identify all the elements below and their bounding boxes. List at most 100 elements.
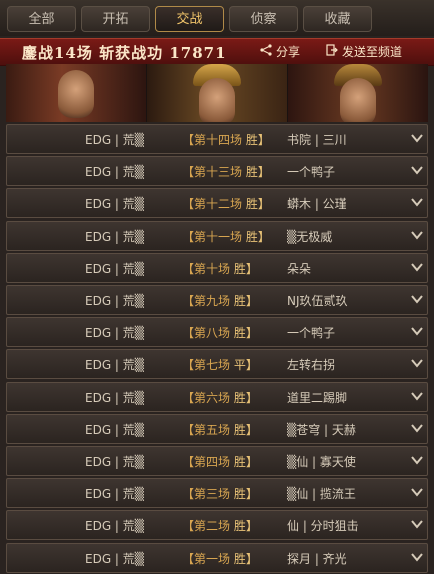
battle-row[interactable]: EDG | 荒▒ 【第四场 胜】 ▒仙 | 寡天使: [6, 446, 428, 476]
tab-explore[interactable]: 开拓: [81, 6, 150, 32]
round-result: 胜】: [233, 487, 258, 502]
chevron-down-icon[interactable]: [411, 227, 423, 243]
round-result: 胜】: [233, 551, 258, 566]
general-portrait-center: [146, 64, 288, 122]
battle-round: 【第九场 胜】: [182, 292, 258, 309]
round-result: 胜】: [245, 197, 270, 212]
chevron-down-icon[interactable]: [411, 130, 423, 146]
attacker-name: EDG | 荒▒: [85, 358, 145, 373]
round-label: 【第十三场: [182, 165, 243, 180]
battle-row[interactable]: EDG | 荒▒ 【第十三场 胜】 一个鸭子: [6, 156, 428, 187]
round-result: 胜】: [233, 390, 258, 405]
battle-round: 【第四场 胜】: [182, 453, 258, 470]
chevron-down-icon[interactable]: [411, 162, 423, 178]
share-label: 分享: [276, 45, 301, 59]
chevron-down-icon[interactable]: [411, 516, 423, 532]
opponent-name: 书院 | 三川: [287, 133, 347, 147]
tab-favorites[interactable]: 收藏: [303, 6, 372, 32]
chevron-down-icon[interactable]: [411, 484, 423, 500]
chevron-down-icon[interactable]: [411, 420, 423, 436]
share-icon: [260, 44, 272, 59]
round-label: 【第十二场: [182, 197, 243, 212]
round-label: 【第四场: [182, 455, 231, 469]
battle-round: 【第十四场 胜】: [182, 131, 270, 148]
battle-row[interactable]: EDG | 荒▒ 【第十一场 胜】 ▒无极威: [6, 220, 428, 251]
opponent-name: ▒仙 | 寡天使: [287, 455, 356, 469]
battle-row[interactable]: EDG | 荒▒ 【第十二场 胜】 蟒木 | 公瑾: [6, 188, 428, 219]
round-label: 【第十一场: [182, 229, 243, 244]
round-result: 胜】: [233, 455, 258, 469]
round-label: 【第一场: [182, 551, 231, 566]
opponent-name: ▒苍穹 | 天赫: [287, 422, 356, 437]
chevron-down-icon[interactable]: [411, 549, 423, 565]
attacker-name: EDG | 荒▒: [85, 422, 145, 437]
battle-summary-banner: 鏖战14场 斩获战功 17871 分享 发送至频道: [0, 38, 434, 66]
battle-round: 【第五场 胜】: [182, 421, 258, 438]
general-portrait-left: [6, 64, 146, 122]
chevron-down-icon[interactable]: [411, 355, 423, 371]
opponent-name: 道里二踢脚: [287, 390, 348, 405]
battle-row[interactable]: EDG | 荒▒ 【第五场 胜】 ▒苍穹 | 天赫: [6, 413, 428, 444]
chevron-down-icon[interactable]: [411, 452, 423, 468]
battle-round: 【第六场 胜】: [182, 389, 258, 406]
round-label: 【第十四场: [182, 133, 243, 147]
send-icon: [326, 44, 338, 59]
round-label: 【第十场: [182, 261, 231, 276]
attacker-name: EDG | 荒▒: [85, 294, 145, 308]
tab-bar: 全部 开拓 交战 侦察 收藏: [0, 0, 434, 36]
battle-row[interactable]: EDG | 荒▒ 【第八场 胜】 一个鸭子: [6, 317, 428, 348]
battle-row[interactable]: EDG | 荒▒ 【第九场 胜】 NJ玖伍贰玖: [6, 285, 428, 315]
battle-row[interactable]: EDG | 荒▒ 【第三场 胜】 ▒仙 | 揽流王: [6, 478, 428, 509]
battle-row[interactable]: EDG | 荒▒ 【第六场 胜】 道里二踢脚: [6, 381, 428, 412]
opponent-name: 仙 | 分时狙击: [287, 519, 359, 534]
battle-row[interactable]: EDG | 荒▒ 【第二场 胜】 仙 | 分时狙击: [6, 510, 428, 541]
round-label: 【第九场: [182, 294, 231, 308]
chevron-down-icon[interactable]: [411, 194, 423, 210]
opponent-name: ▒无极威: [287, 229, 333, 244]
battle-row[interactable]: EDG | 荒▒ 【第十四场 胜】 书院 | 三川: [6, 124, 428, 154]
attacker-name: EDG | 荒▒: [85, 487, 145, 502]
send-to-channel-button[interactable]: 发送至频道: [326, 43, 402, 60]
attacker-name: EDG | 荒▒: [85, 229, 145, 244]
opponent-name: ▒仙 | 揽流王: [287, 487, 356, 502]
battle-round: 【第一场 胜】: [182, 550, 258, 567]
battle-round: 【第十二场 胜】: [182, 195, 270, 212]
round-result: 胜】: [245, 165, 270, 180]
battle-round: 【第十三场 胜】: [182, 163, 270, 180]
battle-row[interactable]: EDG | 荒▒ 【第七场 平】 左转右拐: [6, 349, 428, 380]
round-label: 【第五场: [182, 422, 231, 437]
attacker-name: EDG | 荒▒: [85, 551, 145, 566]
attacker-name: EDG | 荒▒: [85, 133, 145, 147]
round-result: 胜】: [233, 519, 258, 534]
battle-round: 【第八场 胜】: [182, 324, 258, 341]
opponent-name: 左转右拐: [287, 358, 336, 373]
battle-round: 【第二场 胜】: [182, 517, 258, 534]
tab-all[interactable]: 全部: [7, 6, 76, 32]
attacker-name: EDG | 荒▒: [85, 165, 145, 180]
opponent-name: NJ玖伍贰玖: [287, 294, 348, 308]
chevron-down-icon[interactable]: [411, 323, 423, 339]
attacker-name: EDG | 荒▒: [85, 390, 145, 405]
share-button[interactable]: 分享: [260, 43, 300, 60]
round-result: 胜】: [233, 326, 258, 341]
round-result: 胜】: [245, 133, 270, 147]
battle-summary-title: 鏖战14场 斩获战功 17871: [22, 44, 227, 62]
round-result: 胜】: [233, 294, 258, 308]
chevron-down-icon[interactable]: [411, 291, 423, 307]
battle-round: 【第十一场 胜】: [182, 228, 270, 245]
send-label: 发送至频道: [342, 45, 403, 59]
chevron-down-icon[interactable]: [411, 388, 423, 404]
battle-round: 【第三场 胜】: [182, 485, 258, 502]
battle-row[interactable]: EDG | 荒▒ 【第一场 胜】 探月 | 齐光: [6, 542, 428, 573]
chevron-down-icon[interactable]: [411, 259, 423, 275]
tab-battle[interactable]: 交战: [155, 6, 224, 32]
battle-row[interactable]: EDG | 荒▒ 【第十场 胜】 朵朵: [6, 252, 428, 283]
attacker-name: EDG | 荒▒: [85, 326, 145, 341]
attacker-name: EDG | 荒▒: [85, 197, 145, 212]
round-result: 胜】: [233, 261, 258, 276]
tab-scout[interactable]: 侦察: [229, 6, 298, 32]
round-label: 【第二场: [182, 519, 231, 534]
round-result: 平】: [233, 358, 258, 373]
opponent-name: 蟒木 | 公瑾: [287, 197, 347, 212]
battle-list: EDG | 荒▒ 【第十四场 胜】 书院 | 三川 EDG | 荒▒ 【第十三场 胜】一…: [6, 124, 428, 574]
